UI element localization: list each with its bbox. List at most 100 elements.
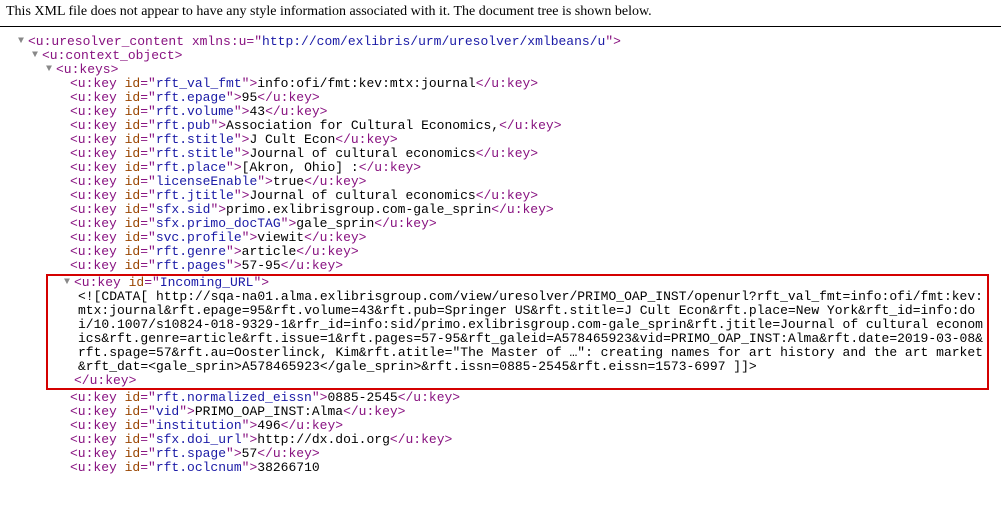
eq: =" [140,418,156,433]
id-attr: id [125,90,141,105]
incoming-url-cdata: <![CDATA[ http://sqa-na01.alma.exlibrisg… [50,290,985,374]
spacer [60,217,70,231]
key-element[interactable]: <u:key id="svc.profile">viewit</u:key> [4,231,1001,245]
eq: =" [140,146,156,161]
chevron-down-icon[interactable]: ▼ [46,63,56,77]
key-element[interactable]: <u:key id="licenseEnable">true</u:key> [4,175,1001,189]
qclose: "> [234,188,250,203]
ukey-open: <u:key [70,404,125,419]
ukey-close: </u:key> [476,146,538,161]
key-element[interactable]: <u:key id="rft.jtitle">Journal of cultur… [4,189,1001,203]
spacer [60,461,70,475]
key-id: svc.profile [156,230,242,245]
key-element[interactable]: <u:key id="rft.stitle">J Cult Econ</u:ke… [4,133,1001,147]
spacer [60,391,70,405]
id-attr: id [125,258,141,273]
spacer [60,419,70,433]
eq: =" [144,275,160,290]
qclose: "> [242,460,258,475]
id-attr: id [125,146,141,161]
key-element[interactable]: <u:key id="vid">PRIMO_OAP_INST:Alma</u:k… [4,405,1001,419]
id-attr: id [125,230,141,245]
spacer [60,119,70,133]
ukey-open: <u:key [70,118,125,133]
keys-element[interactable]: ▼<u:keys> [4,63,1001,77]
eq: =" [140,118,156,133]
chevron-down-icon[interactable]: ▼ [64,276,74,290]
key-element[interactable]: <u:key id="rft.genre">article</u:key> [4,245,1001,259]
key-id: licenseEnable [156,174,257,189]
ukey-open: <u:key [70,90,125,105]
ukey-close: </u:key> [74,373,136,388]
incoming-url-key[interactable]: ▼<u:key id="Incoming_URL"> [50,276,985,290]
qclose: "> [242,76,258,91]
key-id: rft.stitle [156,132,234,147]
qclose: "> [257,174,273,189]
qclose: "> [226,160,242,175]
eq: =" [140,432,156,447]
chevron-down-icon[interactable]: ▼ [18,35,28,49]
spacer [60,105,70,119]
key-value: PRIMO_OAP_INST:Alma [195,404,343,419]
key-value: gale_sprin [296,216,374,231]
ukey-open: <u:key [70,418,125,433]
key-element[interactable]: <u:key id="rft.stitle">Journal of cultur… [4,147,1001,161]
eq: =" [140,202,156,217]
qclose: "> [226,446,242,461]
eq: =" [140,174,156,189]
id-attr: id [125,76,141,91]
key-element[interactable]: <u:key id="sfx.doi_url">http://dx.doi.or… [4,433,1001,447]
key-element[interactable]: <u:key id="rft.oclcnum">38266710 [4,461,1001,475]
key-value: Journal of cultural economics [249,188,475,203]
key-element[interactable]: <u:key id="rft.place">[Akron, Ohio] :</u… [4,161,1001,175]
key-id: rft_val_fmt [156,76,242,91]
ukey-close: </u:key> [374,216,436,231]
ukey-open: <u:key [70,188,125,203]
keys-open-tag: <u:keys> [56,62,118,77]
spacer [60,405,70,419]
key-element[interactable]: <u:key id="sfx.primo_docTAG">gale_sprin<… [4,217,1001,231]
id-attr: id [125,216,141,231]
chevron-down-icon[interactable]: ▼ [32,49,42,63]
key-element[interactable]: <u:key id="rft_val_fmt">info:ofi/fmt:kev… [4,77,1001,91]
key-element[interactable]: <u:key id="rft.normalized_eissn">0885-25… [4,391,1001,405]
ukey-close: </u:key> [265,104,327,119]
ukey-open: <u:key [70,202,125,217]
eq: =" [140,160,156,175]
key-element[interactable]: <u:key id="sfx.sid">primo.exlibrisgroup.… [4,203,1001,217]
ukey-close: </u:key> [390,432,452,447]
qclose: "> [234,132,250,147]
spacer [64,374,74,388]
ukey-open: <u:key [70,446,125,461]
root-element[interactable]: ▼<u:uresolver_content xmlns:u="http://co… [4,35,1001,49]
key-element[interactable]: <u:key id="rft.spage">57</u:key> [4,447,1001,461]
spacer [60,147,70,161]
key-element[interactable]: <u:key id="rft.epage">95</u:key> [4,91,1001,105]
ukey-open: <u:key [70,160,125,175]
id-attr: id [125,132,141,147]
key-element[interactable]: <u:key id="rft.volume">43</u:key> [4,105,1001,119]
eq: =" [140,104,156,119]
eq: =" [140,258,156,273]
ukey-open: <u:key [70,104,125,119]
key-element[interactable]: <u:key id="rft.pages">57-95</u:key> [4,259,1001,273]
key-id: rft.oclcnum [156,460,242,475]
ukey-close: </u:key> [281,418,343,433]
qclose: "> [179,404,195,419]
key-id: vid [156,404,179,419]
key-element[interactable]: <u:key id="rft.pub">Association for Cult… [4,119,1001,133]
id-attr: id [125,174,141,189]
id-attr: id [125,418,141,433]
eq: =" [140,76,156,91]
spacer [60,77,70,91]
key-element[interactable]: <u:key id="institution">496</u:key> [4,419,1001,433]
key-value: info:ofi/fmt:kev:mtx:journal [257,76,475,91]
eq: =" [140,90,156,105]
ukey-open: <u:key [70,258,125,273]
spacer [60,259,70,273]
root-open-end: "> [605,34,621,49]
context-object-element[interactable]: ▼<u:context_object> [4,49,1001,63]
key-id: rft.place [156,160,226,175]
key-value: http://dx.doi.org [257,432,390,447]
key-id: rft.genre [156,244,226,259]
